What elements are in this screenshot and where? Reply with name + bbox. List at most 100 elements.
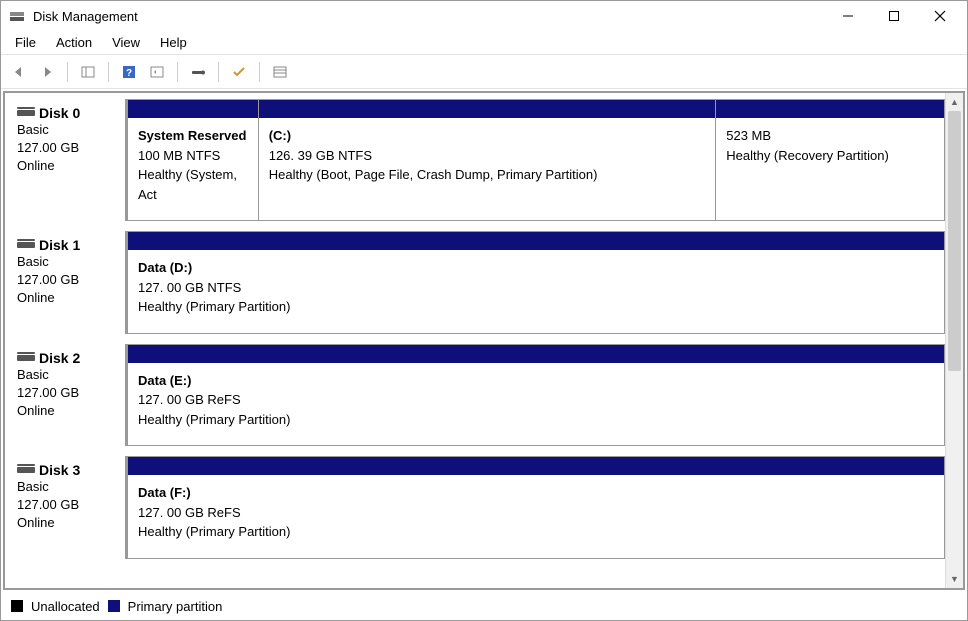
vertical-scrollbar[interactable]: ▲ ▼ [945, 93, 963, 588]
volumes-container: System Reserved100 MB NTFSHealthy (Syste… [127, 99, 945, 221]
app-icon [9, 8, 25, 24]
volume-name: (C:) [269, 126, 706, 146]
disk-name: Disk 1 [39, 237, 80, 253]
volume-status: Healthy (Recovery Partition) [726, 146, 934, 166]
show-hide-button[interactable] [76, 60, 100, 84]
menu-file[interactable]: File [5, 33, 46, 52]
disk-icon [17, 242, 35, 248]
menubar: File Action View Help [1, 31, 967, 55]
disk-status: Online [17, 402, 117, 420]
volume-size: 127. 00 GB NTFS [138, 278, 934, 298]
volume-body: System Reserved100 MB NTFSHealthy (Syste… [128, 118, 258, 220]
disk-icon [17, 355, 35, 361]
volume-name: System Reserved [138, 126, 248, 146]
refresh-button[interactable] [145, 60, 169, 84]
titlebar: Disk Management [1, 1, 967, 31]
volumes-container: Data (D:)127. 00 GB NTFSHealthy (Primary… [127, 231, 945, 334]
help-button[interactable]: ? [117, 60, 141, 84]
disk-size: 127.00 GB [17, 139, 117, 157]
volume[interactable]: (C:)126. 39 GB NTFSHealthy (Boot, Page F… [258, 100, 716, 220]
maximize-button[interactable] [871, 1, 917, 31]
toolbar-separator [67, 62, 68, 82]
close-button[interactable] [917, 1, 963, 31]
window-title: Disk Management [33, 9, 825, 24]
scrollbar-thumb[interactable] [948, 111, 961, 371]
volume[interactable]: Data (F:)127. 00 GB ReFSHealthy (Primary… [127, 457, 944, 558]
volume-header-bar [716, 100, 944, 118]
volume-size: 126. 39 GB NTFS [269, 146, 706, 166]
disk-row: Disk 3Basic127.00 GBOnlineData (F:)127. … [9, 456, 945, 559]
volume-size: 127. 00 GB ReFS [138, 390, 934, 410]
volume-body: 523 MBHealthy (Recovery Partition) [716, 118, 944, 181]
toolbar-separator [177, 62, 178, 82]
volume-header-bar [128, 457, 944, 475]
volumes-container: Data (E:)127. 00 GB ReFSHealthy (Primary… [127, 344, 945, 447]
volume-size: 100 MB NTFS [138, 146, 248, 166]
menu-view[interactable]: View [102, 33, 150, 52]
legend-swatch-unallocated [11, 600, 23, 612]
disk-status: Online [17, 157, 117, 175]
properties-button[interactable] [186, 60, 210, 84]
volume-size: 127. 00 GB ReFS [138, 503, 934, 523]
forward-button[interactable] [35, 60, 59, 84]
menu-action[interactable]: Action [46, 33, 102, 52]
volume-header-bar [128, 345, 944, 363]
toolbar: ? [1, 55, 967, 89]
disk-status: Online [17, 289, 117, 307]
volume[interactable]: System Reserved100 MB NTFSHealthy (Syste… [127, 100, 258, 220]
legend-label-unallocated: Unallocated [31, 599, 100, 614]
volumes-container: Data (F:)127. 00 GB ReFSHealthy (Primary… [127, 456, 945, 559]
disk-type: Basic [17, 121, 117, 139]
disk-info-panel[interactable]: Disk 1Basic127.00 GBOnline [9, 231, 127, 334]
toolbar-separator [108, 62, 109, 82]
disk-graphical-view: Disk 0Basic127.00 GBOnlineSystem Reserve… [5, 93, 945, 588]
volume-status: Healthy (Primary Partition) [138, 410, 934, 430]
legend-label-primary: Primary partition [128, 599, 223, 614]
disk-type: Basic [17, 366, 117, 384]
disk-type: Basic [17, 253, 117, 271]
volume-header-bar [128, 100, 258, 118]
volume-header-bar [128, 232, 944, 250]
volume[interactable]: Data (E:)127. 00 GB ReFSHealthy (Primary… [127, 345, 944, 446]
scroll-down-icon[interactable]: ▼ [946, 570, 963, 588]
disk-info-panel[interactable]: Disk 3Basic127.00 GBOnline [9, 456, 127, 559]
volume[interactable]: Data (D:)127. 00 GB NTFSHealthy (Primary… [127, 232, 944, 333]
disk-row: Disk 2Basic127.00 GBOnlineData (E:)127. … [9, 344, 945, 447]
disk-management-window: Disk Management File Action View Help ? … [0, 0, 968, 621]
volume-body: Data (F:)127. 00 GB ReFSHealthy (Primary… [128, 475, 944, 558]
volume-header-bar [259, 100, 716, 118]
volume-status: Healthy (Primary Partition) [138, 297, 934, 317]
volume-status: Healthy (Boot, Page File, Crash Dump, Pr… [269, 165, 706, 185]
disk-type: Basic [17, 478, 117, 496]
disk-name: Disk 0 [39, 105, 80, 121]
volume-name: Data (D:) [138, 258, 934, 278]
toolbar-separator [259, 62, 260, 82]
minimize-button[interactable] [825, 1, 871, 31]
volume-body: (C:)126. 39 GB NTFSHealthy (Boot, Page F… [259, 118, 716, 201]
disk-icon [17, 110, 35, 116]
disk-name: Disk 3 [39, 462, 80, 478]
content-area: Disk 0Basic127.00 GBOnlineSystem Reserve… [3, 91, 965, 590]
disk-name: Disk 2 [39, 350, 80, 366]
volume-status: Healthy (System, Act [138, 165, 248, 204]
legend: Unallocated Primary partition [1, 592, 967, 620]
volume-name: Data (F:) [138, 483, 934, 503]
back-button[interactable] [7, 60, 31, 84]
disk-icon [17, 467, 35, 473]
legend-swatch-primary [108, 600, 120, 612]
disk-size: 127.00 GB [17, 384, 117, 402]
menu-help[interactable]: Help [150, 33, 197, 52]
toolbar-separator [218, 62, 219, 82]
disk-status: Online [17, 514, 117, 532]
volume-status: Healthy (Primary Partition) [138, 522, 934, 542]
scroll-up-icon[interactable]: ▲ [946, 93, 963, 111]
disk-info-panel[interactable]: Disk 0Basic127.00 GBOnline [9, 99, 127, 221]
volume[interactable]: 523 MBHealthy (Recovery Partition) [715, 100, 944, 220]
disk-row: Disk 1Basic127.00 GBOnlineData (D:)127. … [9, 231, 945, 334]
list-button[interactable] [268, 60, 292, 84]
disk-info-panel[interactable]: Disk 2Basic127.00 GBOnline [9, 344, 127, 447]
volume-size: 523 MB [726, 126, 934, 146]
checkmark-button[interactable] [227, 60, 251, 84]
volume-body: Data (E:)127. 00 GB ReFSHealthy (Primary… [128, 363, 944, 446]
disk-size: 127.00 GB [17, 496, 117, 514]
